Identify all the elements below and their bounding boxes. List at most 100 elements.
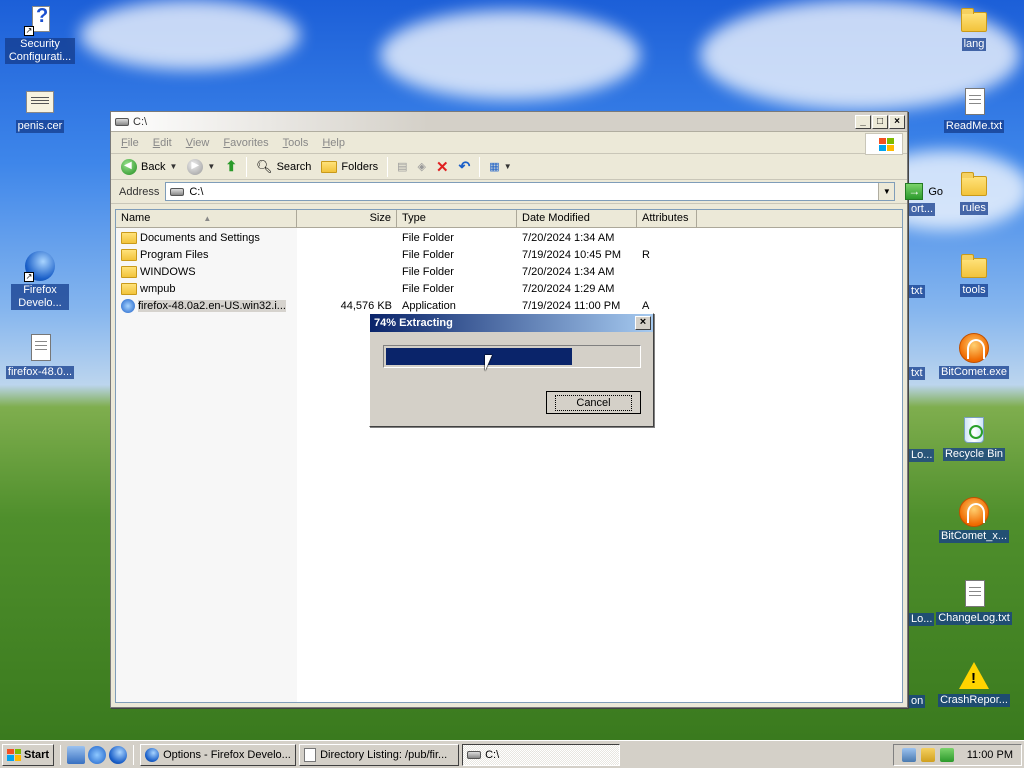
go-label: Go [928, 185, 944, 198]
toolbar-separator [246, 156, 248, 177]
chevron-down-icon[interactable]: ▼ [878, 183, 895, 200]
go-button[interactable]: → Go [905, 183, 943, 200]
warning-icon [958, 660, 990, 692]
security-alert-icon[interactable] [920, 747, 935, 762]
desktop-icon-label: Security Configurati... [5, 38, 75, 64]
desktop-icon-bitcomet-x[interactable]: BitComet_x... [934, 496, 1014, 543]
network-icon[interactable] [901, 747, 916, 762]
menu-edit[interactable]: Edit [153, 137, 172, 149]
start-button[interactable]: Start [2, 743, 55, 766]
file-row[interactable]: wmpub File Folder 7/20/2024 1:29 AM [116, 280, 902, 297]
file-type-cell: File Folder [402, 282, 454, 295]
up-folder-button[interactable]: ⬆ [221, 156, 241, 178]
minimize-button[interactable]: _ [855, 114, 871, 129]
copy-to-button[interactable]: ◈ [414, 156, 430, 178]
desktop-icon-rules[interactable]: rules [934, 168, 1014, 215]
file-row[interactable]: firefox-48.0a2.en-US.win32.i... 44,576 KB… [116, 297, 902, 314]
dialog-title: 74% Extracting [374, 317, 453, 329]
menu-view[interactable]: View [186, 137, 210, 149]
desktop-icon-firefox-developer[interactable]: ↗ Firefox Develo... [0, 250, 80, 310]
move-to-icon: ▤ [397, 161, 408, 173]
cancel-label: Cancel [555, 394, 632, 411]
desktop-icon-penis-cer[interactable]: penis.cer [0, 86, 80, 133]
back-button[interactable]: Back ▼ [117, 156, 181, 178]
file-row[interactable]: Program Files File Folder 7/19/2024 10:45 … [116, 246, 902, 263]
desktop-icon-lang[interactable]: lang [934, 4, 1014, 51]
desktop-icon-tools[interactable]: tools [934, 250, 1014, 297]
task-firefox-options[interactable]: Options - Firefox Develo... [140, 743, 297, 766]
menu-tools[interactable]: Tools [283, 137, 309, 149]
clock[interactable]: 11:00 PM [967, 749, 1013, 761]
desktop: ↗ Security Configurati... penis.cer ↗ Fi… [0, 0, 1024, 740]
menu-favorites[interactable]: Favorites [223, 137, 268, 149]
firefox-icon [145, 747, 160, 762]
internet-explorer-icon[interactable] [88, 745, 107, 764]
file-list[interactable]: Name ▲ Size Type Date Modified Attribute… [115, 209, 903, 703]
firefox-quicklaunch-icon[interactable] [109, 745, 128, 764]
address-input[interactable]: C:\ ▼ [165, 182, 896, 201]
show-desktop-icon[interactable] [67, 745, 86, 764]
dialog-titlebar[interactable]: 74% Extracting × [370, 314, 653, 332]
move-to-button[interactable]: ▤ [393, 156, 411, 178]
task-directory-listing[interactable]: Directory Listing: /pub/fir... [299, 743, 460, 766]
desktop-icon-changelog[interactable]: ChangeLog.txt [934, 578, 1014, 625]
mouse-cursor-icon [485, 355, 492, 371]
file-row[interactable]: Documents and Settings File Folder 7/20/20… [116, 229, 902, 246]
forward-button[interactable]: ▼ [183, 156, 219, 178]
maximize-button[interactable]: □ [872, 114, 888, 129]
desktop-icon-label: lang [961, 38, 987, 51]
desktop-icon-label: CrashRepor... [938, 694, 1010, 707]
file-row[interactable]: WINDOWS File Folder 7/20/2024 1:34 AM [116, 263, 902, 280]
hidden-icon-label[interactable]: Lo... [909, 449, 935, 462]
delete-button[interactable]: ✕ [432, 156, 453, 178]
copy-to-icon: ◈ [417, 161, 426, 173]
menu-help[interactable]: Help [322, 137, 345, 149]
dialog-close-button[interactable]: × [635, 316, 651, 330]
forward-arrow-icon [187, 158, 204, 175]
explorer-titlebar[interactable]: C:\ _ □ × [111, 112, 907, 132]
bitcomet-icon [958, 332, 990, 364]
column-header-attributes[interactable]: Attributes [637, 210, 697, 228]
chevron-down-icon[interactable]: ▼ [169, 162, 177, 171]
views-button[interactable]: ▦ ▼ [485, 156, 515, 178]
column-header-name[interactable]: Name ▲ [116, 210, 297, 228]
drive-icon [115, 117, 129, 126]
application-icon [121, 298, 135, 313]
column-header-type[interactable]: Type [397, 210, 517, 228]
desktop-icon-security-configuration[interactable]: ↗ Security Configurati... [0, 4, 80, 64]
task-explorer-c-drive[interactable]: C:\ [462, 743, 621, 766]
views-icon: ▦ [489, 161, 500, 173]
desktop-icon-crashreporter[interactable]: CrashRepor... [934, 660, 1014, 707]
search-label: Search [276, 160, 312, 173]
hidden-icon-label[interactable]: txt [909, 367, 925, 380]
column-header-date-modified[interactable]: Date Modified [517, 210, 637, 228]
search-button[interactable]: 🔍︎ Search [252, 156, 315, 178]
file-date-cell: 7/19/2024 10:45 PM [522, 248, 622, 261]
desktop-icon-label: tools [960, 284, 988, 297]
desktop-icon-readme[interactable]: ReadMe.txt [934, 86, 1014, 133]
undo-button[interactable]: ↶ [455, 156, 475, 178]
back-arrow-icon [121, 158, 137, 175]
folder-icon [121, 282, 137, 295]
cancel-button[interactable]: Cancel [546, 391, 641, 414]
folders-button[interactable]: Folders [317, 156, 382, 178]
hidden-icon-label[interactable]: Lo... [909, 613, 935, 626]
chevron-down-icon[interactable]: ▼ [207, 162, 215, 171]
desktop-icon-label: Recycle Bin [942, 448, 1006, 461]
drive-icon [467, 750, 482, 759]
close-button[interactable]: × [889, 114, 905, 129]
menu-file[interactable]: File [121, 137, 139, 149]
cloud [80, 0, 300, 70]
extracting-dialog: 74% Extracting × Cancel [369, 313, 654, 427]
column-header-size[interactable]: Size [297, 210, 397, 228]
windows-logo-icon [7, 748, 21, 761]
volume-icon[interactable] [939, 747, 954, 762]
address-value: C:\ [189, 185, 204, 198]
desktop-icon-recycle-bin[interactable]: Recycle Bin [934, 414, 1014, 461]
hidden-icon-label[interactable]: on [909, 695, 926, 708]
desktop-icon-firefox-installer[interactable]: firefox-48.0... [0, 332, 80, 379]
hidden-icon-label[interactable]: ort... [909, 203, 936, 216]
start-label: Start [24, 748, 50, 761]
desktop-icon-bitcomet[interactable]: BitComet.exe [934, 332, 1014, 379]
hidden-icon-label[interactable]: txt [909, 285, 925, 298]
